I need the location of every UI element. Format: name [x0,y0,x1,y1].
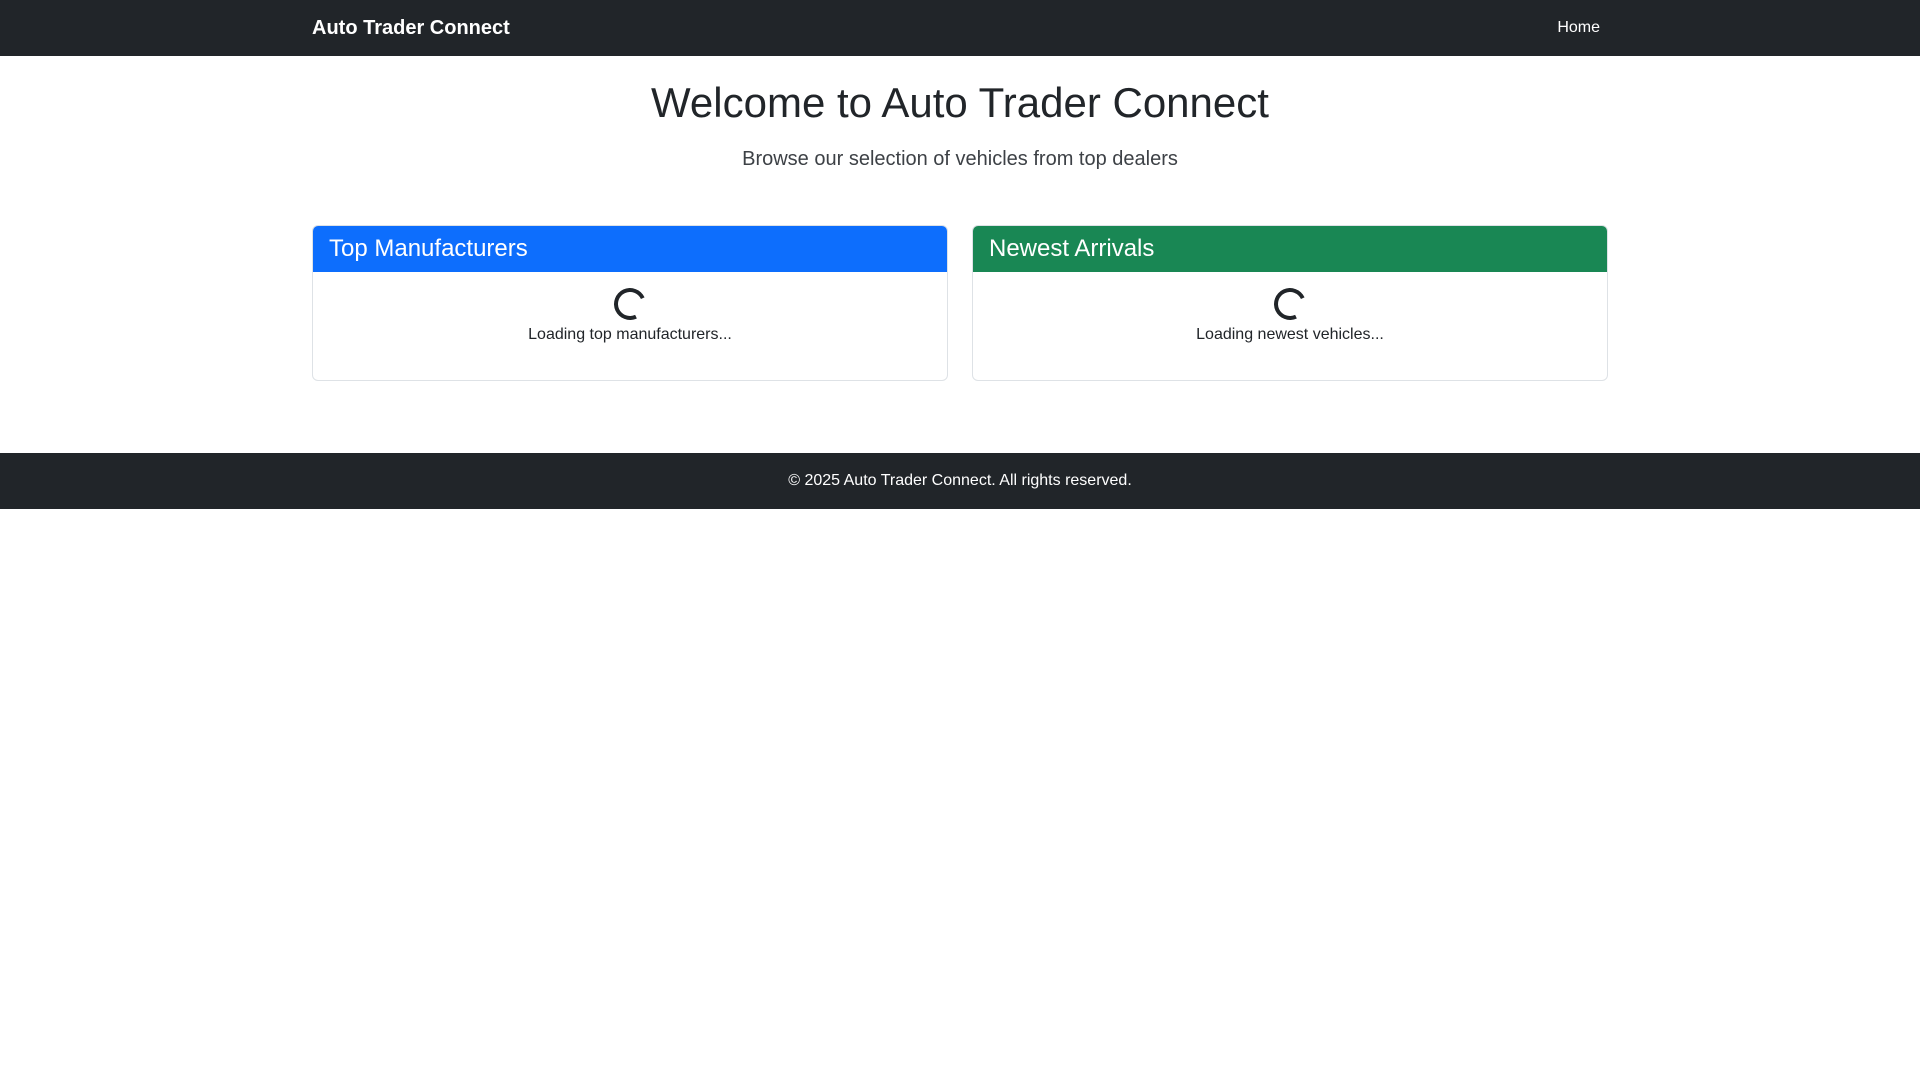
brand-link[interactable]: Auto Trader Connect [312,17,510,40]
page-title: Welcome to Auto Trader Connect [651,79,1269,126]
top-manufacturers-loading-text: Loading top manufacturers... [528,326,732,344]
top-manufacturers-header: Top Manufacturers [313,226,947,273]
footer-copyright: © 2025 Auto Trader Connect. All rights r… [788,472,1132,490]
newest-arrivals-header: Newest Arrivals [973,226,1607,273]
newest-arrivals-body: Loading newest vehicles... [973,272,1607,380]
main-content: Welcome to Auto Trader Connect Browse ou… [312,56,1608,453]
navbar-container: Auto Trader Connect Home [312,0,1608,56]
spinner-icon [609,283,651,325]
top-manufacturers-card: Top Manufacturers Loading top manufactur… [312,225,948,382]
spinner-icon [1269,283,1311,325]
nav-link-home[interactable]: Home [1549,11,1608,45]
page-subtitle: Browse our selection of vehicles from to… [742,148,1178,171]
cards-row: Top Manufacturers Loading top manufactur… [312,225,1608,382]
newest-arrivals-card: Newest Arrivals Loading newest vehicles.… [972,225,1608,382]
top-manufacturers-body: Loading top manufacturers... [313,272,947,380]
navbar: Auto Trader Connect Home [0,0,1920,56]
newest-arrivals-loading-text: Loading newest vehicles... [1196,326,1384,344]
footer: © 2025 Auto Trader Connect. All rights r… [0,453,1920,510]
